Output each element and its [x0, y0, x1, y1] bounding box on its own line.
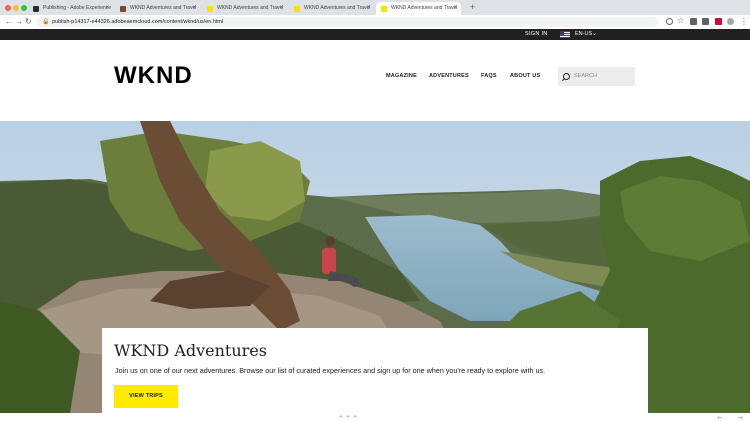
us-flag-icon	[560, 31, 570, 38]
extension-icon[interactable]	[702, 18, 709, 25]
new-tab-button[interactable]: +	[470, 1, 475, 14]
back-arrow-icon[interactable]: ←	[5, 16, 13, 28]
nav-adventures[interactable]: ADVENTURES	[429, 73, 469, 79]
browser-tab[interactable]: WKND Adventures and Travel ×	[115, 2, 200, 15]
browser-tab-active[interactable]: WKND Adventures and Travel ×	[376, 2, 461, 15]
carousel-indicator[interactable]: • • •	[340, 414, 358, 420]
tab-label: WKND Adventures and Travel	[130, 5, 197, 11]
window-minimize-button[interactable]	[13, 5, 19, 11]
tab-label: WKND Adventures and Travel	[217, 5, 284, 11]
search-icon	[563, 73, 570, 80]
reload-icon[interactable]: ↻	[25, 16, 32, 28]
language-selector[interactable]: EN-US	[575, 29, 592, 40]
browser-menu-icon[interactable]: ⋮	[740, 15, 748, 29]
favicon-icon	[207, 6, 213, 12]
tab-label: WKND Adventures and Travel	[391, 5, 458, 11]
carousel-prev-arrow-icon[interactable]: ←	[716, 412, 724, 421]
site-header: WKND MAGAZINE ADVENTURES FAQS ABOUT US S…	[0, 40, 750, 121]
tab-close-icon[interactable]: ×	[192, 2, 196, 15]
site-utility-bar: SIGN IN EN-US ⌄	[0, 29, 750, 40]
tab-label: WKND Adventures and Travel	[304, 5, 371, 11]
nav-about-us[interactable]: ABOUT US	[510, 73, 540, 79]
search-placeholder: SEARCH	[574, 73, 597, 79]
search-input[interactable]: SEARCH	[558, 67, 635, 86]
browser-tab[interactable]: WKND Adventures and Travel ×	[289, 2, 374, 15]
hero-title: WKND Adventures	[114, 341, 267, 360]
browser-tab-strip: Publishing - Adobe Experience × WKND Adv…	[0, 0, 750, 15]
address-bar[interactable]: 🔒 publish-p14317-e44326.adobeaemcloud.co…	[36, 17, 658, 27]
hero-card: WKND Adventures Join us on one of our ne…	[102, 328, 648, 413]
tab-close-icon[interactable]: ×	[105, 2, 109, 15]
tab-close-icon[interactable]: ×	[366, 2, 370, 15]
tab-close-icon[interactable]: ×	[279, 2, 283, 15]
carousel-footer	[0, 413, 750, 421]
chevron-down-icon[interactable]: ⌄	[592, 29, 597, 40]
profile-avatar-icon[interactable]	[727, 18, 734, 25]
nav-faqs[interactable]: FAQS	[481, 73, 497, 79]
browser-tab[interactable]: WKND Adventures and Travel ×	[202, 2, 287, 15]
favicon-icon	[120, 6, 126, 12]
browser-tab[interactable]: Publishing - Adobe Experience ×	[28, 2, 113, 15]
sign-in-link[interactable]: SIGN IN	[525, 29, 548, 40]
extension-icon[interactable]	[715, 18, 722, 25]
nav-magazine[interactable]: MAGAZINE	[386, 73, 417, 79]
zoom-icon[interactable]	[666, 18, 673, 25]
favicon-icon	[381, 6, 387, 12]
forward-arrow-icon[interactable]: →	[15, 16, 23, 28]
url-text: publish-p14317-e44326.adobeaemcloud.com/…	[52, 19, 224, 25]
hero-description: Join us on one of our next adventures. B…	[115, 366, 546, 375]
window-maximize-button[interactable]	[21, 5, 27, 11]
window-close-button[interactable]	[5, 5, 11, 11]
bookmark-star-icon[interactable]: ☆	[677, 15, 684, 27]
site-logo[interactable]: WKND	[114, 62, 193, 90]
lock-icon: 🔒	[42, 19, 50, 25]
browser-toolbar: ← → ↻ 🔒 publish-p14317-e44326.adobeaemcl…	[0, 15, 750, 30]
tab-label: Publishing - Adobe Experience	[43, 5, 112, 11]
favicon-icon	[294, 6, 300, 12]
carousel-next-arrow-icon[interactable]: →	[736, 412, 744, 421]
view-trips-button[interactable]: VIEW TRIPS	[114, 385, 178, 408]
extension-icon[interactable]	[690, 18, 697, 25]
tab-close-icon[interactable]: ×	[453, 2, 457, 15]
favicon-icon	[33, 6, 39, 12]
